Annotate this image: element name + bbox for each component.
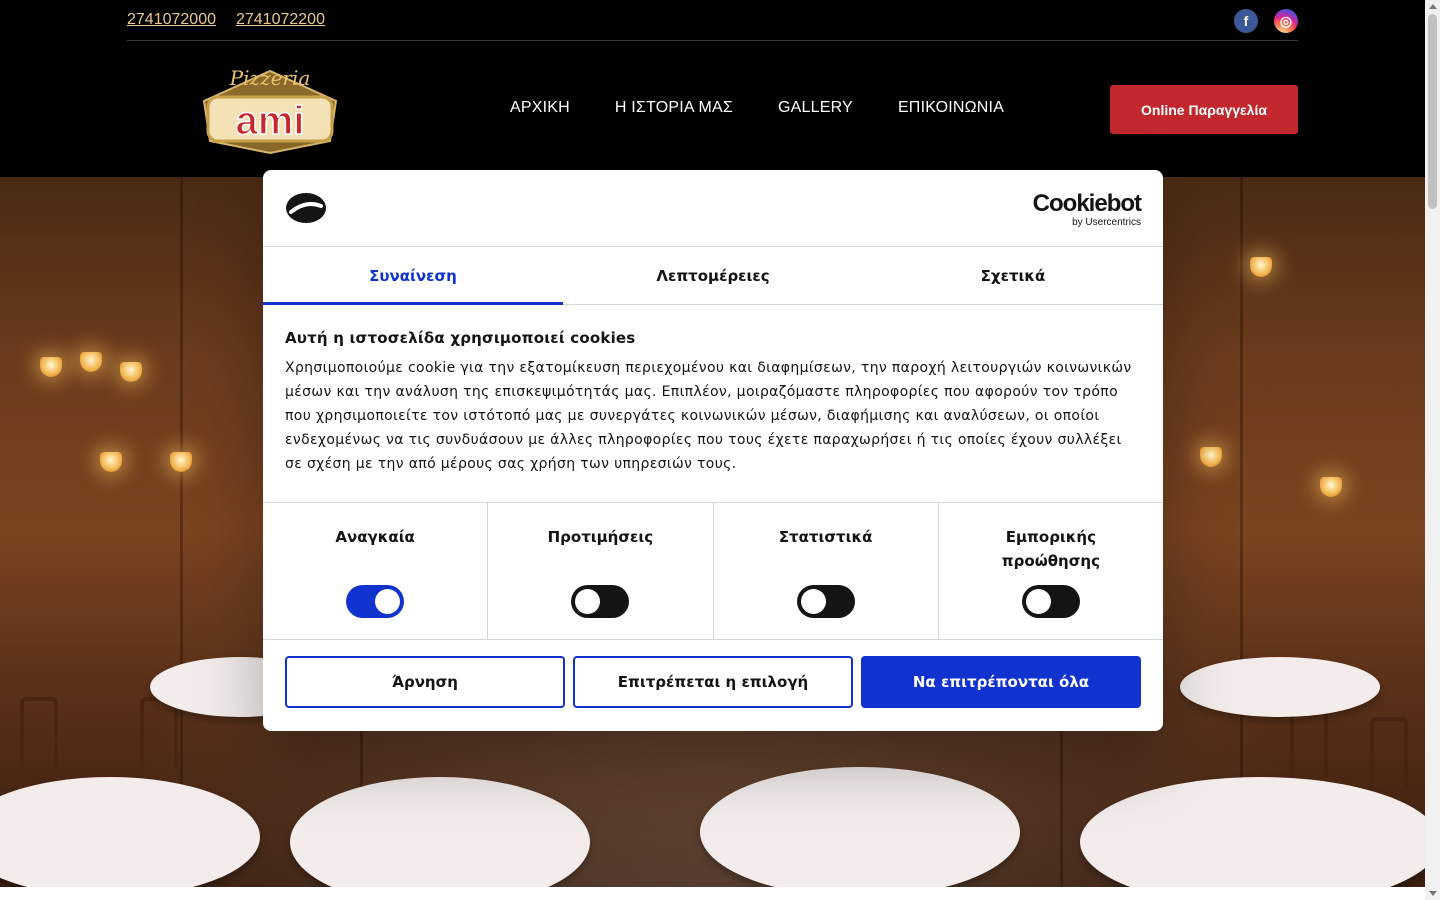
logo-script-text: Pizzeria [229, 66, 311, 90]
nav-item-gallery[interactable]: GALLERY [778, 99, 853, 117]
category-preferences-label: Προτιμήσεις [547, 528, 654, 546]
category-marketing-label: Εμπορικής προώθησης [1001, 528, 1100, 570]
tab-about[interactable]: Σχετικά [863, 247, 1163, 304]
tab-details[interactable]: Λεπτομέρειες [563, 247, 863, 304]
marketing-toggle[interactable] [1021, 585, 1080, 618]
dialog-header: Cookiebot by Usercentrics [263, 170, 1163, 247]
scroll-up-arrow-icon[interactable] [1429, 4, 1437, 9]
phone-link-2[interactable]: 2741072200 [236, 11, 325, 29]
facebook-icon[interactable]: f [1234, 9, 1258, 33]
allow-selection-button[interactable]: Επιτρέπεται η επιλογή [573, 656, 853, 708]
pizzeria-ami-logo[interactable]: Pizzeria ami [200, 61, 340, 157]
category-marketing: Εμπορικής προώθησης [939, 503, 1163, 639]
preferences-toggle[interactable] [571, 585, 630, 618]
dialog-actions: Άρνηση Επιτρέπεται η επιλογή Να επιτρέπο… [263, 640, 1163, 724]
cookiebot-logo-icon [286, 193, 326, 223]
deny-button[interactable]: Άρνηση [285, 656, 565, 708]
tab-consent[interactable]: Συναίνεση [263, 247, 563, 305]
social-links: f ◎ [1234, 9, 1298, 33]
nav-item-contact[interactable]: ΕΠΙΚΟΙΝΩΝΙΑ [898, 99, 1004, 117]
cookiebot-by: by Usercentrics [1072, 217, 1141, 228]
category-statistics: Στατιστικά [714, 503, 939, 639]
category-necessary-label: Αναγκαία [335, 528, 415, 546]
category-necessary: Αναγκαία [263, 503, 489, 639]
category-statistics-label: Στατιστικά [778, 528, 873, 546]
main-nav: ΑΡΧΙΚΗ Η ΙΣΤΟΡΙΑ ΜΑΣ GALLERY ΕΠΙΚΟΙΝΩΝΙΑ [510, 99, 1004, 117]
cookiebot-brand[interactable]: Cookiebot by Usercentrics [1032, 190, 1142, 229]
cookiebot-name: Cookiebot [1032, 190, 1142, 217]
phone-link-1[interactable]: 2741072000 [127, 11, 216, 29]
nav-item-story[interactable]: Η ΙΣΤΟΡΙΑ ΜΑΣ [615, 99, 733, 117]
instagram-icon[interactable]: ◎ [1274, 9, 1298, 33]
site-header: Pizzeria ami ΑΡΧΙΚΗ Η ΙΣΤΟΡΙΑ ΜΑΣ GALLER… [0, 41, 1425, 177]
dialog-tabs: Συναίνεση Λεπτομέρειες Σχετικά [263, 247, 1163, 305]
category-preferences: Προτιμήσεις [488, 503, 714, 639]
necessary-toggle[interactable] [346, 585, 405, 618]
nav-item-home[interactable]: ΑΡΧΙΚΗ [510, 99, 570, 117]
online-order-button[interactable]: Online Παραγγελία [1110, 85, 1298, 134]
page-scrollbar[interactable] [1425, 0, 1440, 900]
dialog-title: Αυτή η ιστοσελίδα χρησιμοποιεί cookies [285, 329, 636, 347]
allow-all-button[interactable]: Να επιτρέπονται όλα [861, 656, 1141, 708]
phone-links: 2741072000 2741072200 [127, 11, 325, 29]
cookie-category-toggles: Αναγκαία Προτιμήσεις Στατιστικά Εμπορική… [263, 502, 1163, 640]
statistics-toggle[interactable] [796, 585, 855, 618]
logo-brand-text: ami [236, 99, 305, 143]
dialog-description: Χρησιμοποιούμε cookie για την εξατομίκευ… [285, 360, 1132, 472]
dialog-body: Αυτή η ιστοσελίδα χρησιμοποιεί cookies Χ… [263, 305, 1163, 502]
cookie-consent-dialog: Cookiebot by Usercentrics Συναίνεση Λεπτ… [263, 170, 1163, 731]
top-bar: 2741072000 2741072200 f ◎ [0, 0, 1425, 41]
scrollbar-thumb[interactable] [1428, 14, 1437, 209]
scroll-down-arrow-icon[interactable] [1429, 891, 1437, 896]
page-bottom-strip [0, 887, 1425, 900]
